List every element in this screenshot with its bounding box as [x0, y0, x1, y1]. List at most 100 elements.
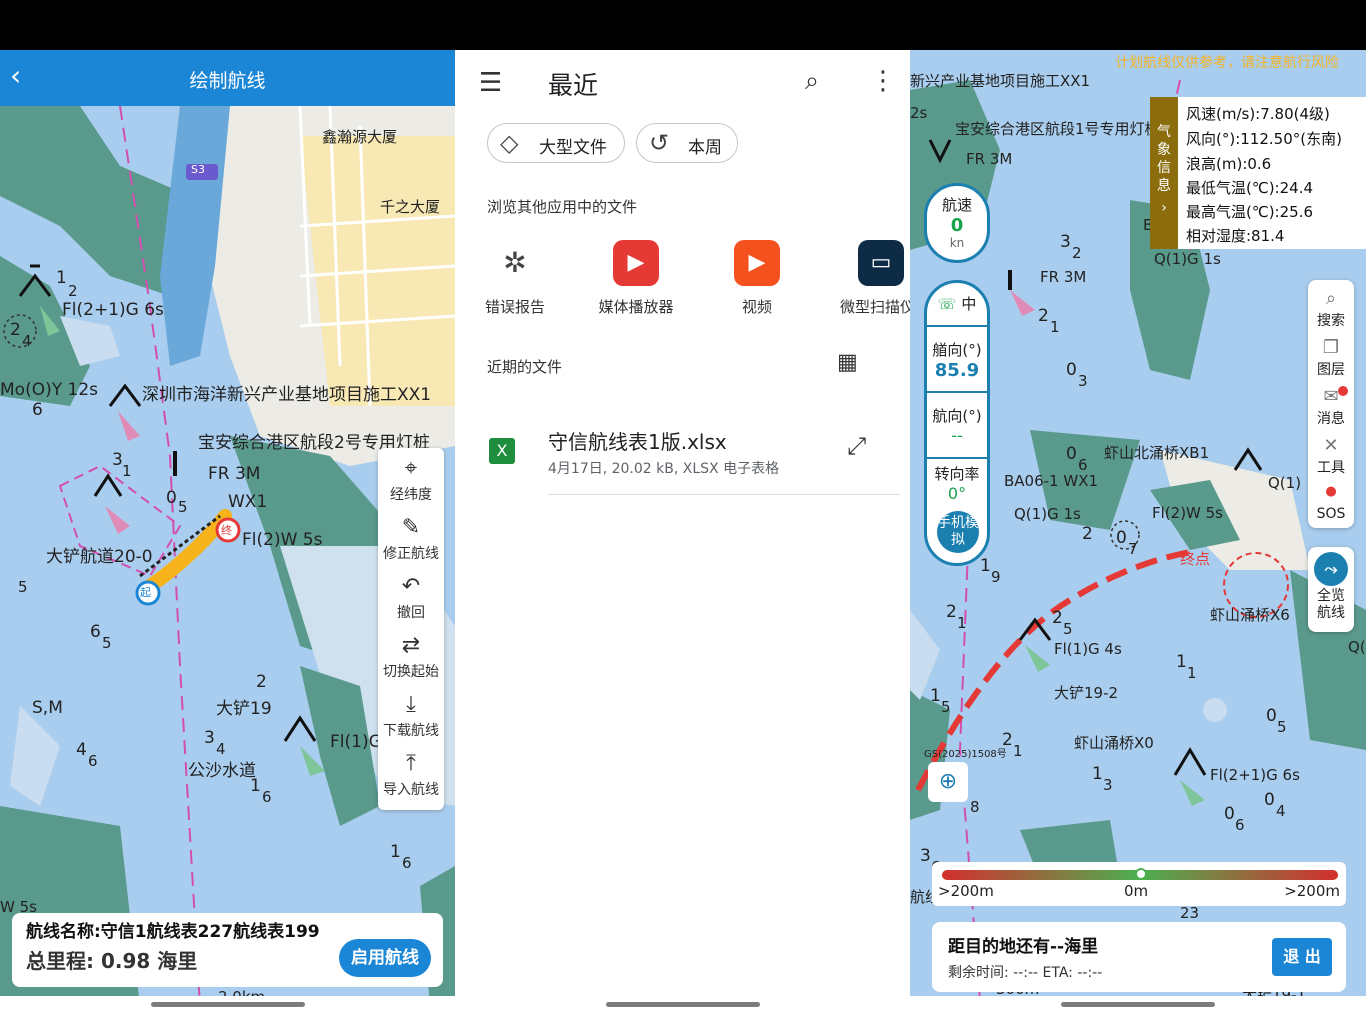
status-bar	[455, 0, 910, 50]
search-icon: ⌕	[1325, 288, 1337, 309]
route-name: 航线名称:守信1航线表227航线表199	[26, 922, 320, 942]
download-icon: ⤓	[406, 692, 416, 717]
map-label: 3	[920, 846, 931, 866]
swap-icon: ⇄	[401, 633, 421, 658]
weather-row: 最高气温(℃):25.6	[1186, 203, 1314, 221]
map-label: Q(1)	[1268, 474, 1302, 492]
more-vert-icon[interactable]: ⋮	[870, 66, 896, 96]
weather-row: 浪高(m):0.6	[1186, 155, 1272, 173]
map-label: 1	[1050, 318, 1060, 336]
divider	[927, 457, 987, 459]
map-label: 1	[122, 462, 132, 480]
speed-gauge: 航速 0 kn	[924, 183, 990, 263]
map-label: Q(1)G 1s	[1014, 505, 1081, 523]
grid-view-icon[interactable]: ▦	[837, 350, 858, 375]
heading-readout: 艏向(°) 85.9	[932, 341, 982, 381]
excel-icon: X	[489, 438, 515, 464]
map-toolbar: ⌕ 搜索 ❐ 图层 ✉ 消息 ✕ 工具 ● SOS	[1308, 280, 1354, 528]
map-label: Fl(2+1)G 6s	[62, 300, 164, 320]
map-label: 2	[68, 282, 78, 300]
home-indicator[interactable]	[0, 996, 455, 1018]
navigation-screen: 计划航线仅供参考，请注意航行风险 新兴产业基地项目施工XX1 2s 宝安综合港区…	[910, 0, 1366, 1018]
map-label: Q(	[1348, 638, 1366, 656]
undo-icon: ↶	[401, 574, 421, 599]
map-label: S,M	[32, 698, 63, 718]
edit-route-button[interactable]: ✎ 修正航线	[378, 515, 444, 563]
lat-lon-button[interactable]: ⌖ 经纬度	[378, 456, 444, 504]
layers-button[interactable]: ❐ 图层	[1308, 337, 1354, 379]
locate-icon[interactable]: ⊕	[928, 762, 968, 802]
map-label: 2	[946, 602, 957, 622]
swap-start-end-button[interactable]: ⇄ 切换起始	[378, 633, 444, 681]
map-label: 0	[166, 488, 177, 508]
weather-row: 风速(m/s):7.80(4级)	[1186, 105, 1330, 123]
sos-button[interactable]: ● SOS	[1308, 484, 1354, 522]
map-label: 7	[1128, 540, 1138, 558]
map-label: 2	[10, 320, 21, 340]
route-toolbar: ⌖ 经纬度 ✎ 修正航线 ↶ 撤回 ⇄ 切换起始 ⤓ 下载航线 ⤒ 导入航线	[378, 448, 444, 810]
chip-this-week[interactable]: ↺ 本周	[636, 123, 738, 163]
download-route-button[interactable]: ⤓ 下载航线	[378, 692, 444, 740]
map-label: Q(1)G 1s	[1154, 250, 1221, 268]
map-label: 6	[262, 788, 272, 806]
upload-icon: ⤒	[406, 751, 416, 776]
end-marker[interactable]: 终	[221, 522, 232, 538]
map-approval-number: GS(2025)1508号	[924, 749, 1007, 760]
app-media-player[interactable]: ▶ 媒体播放器	[586, 240, 686, 317]
map-label: 虾山涌桥X6	[1210, 606, 1290, 624]
map-label: 1	[390, 842, 401, 862]
map-label: Mo(O)Y 12s	[0, 380, 98, 400]
weather-tab[interactable]: 气象信息 ›	[1150, 97, 1178, 249]
deviation-scale: >200m 0m >200m	[932, 862, 1346, 906]
route-drawing-screen: ‹ 绘制航线 鑫瀚源大厦 千之大厦 S3 1 2 Fl(2+1)G 6s 2 4…	[0, 0, 455, 1018]
app-bug-report[interactable]: ✲ 错误报告	[465, 240, 565, 317]
media-player-icon: ▶	[613, 240, 659, 286]
expand-icon[interactable]: ⤢	[847, 432, 866, 460]
map-label: 1	[1187, 664, 1197, 682]
map-label: 大铲航道20-0	[46, 547, 153, 567]
start-marker[interactable]: 起	[140, 584, 151, 600]
weather-row: 风向(°):112.50°(东南)	[1186, 130, 1342, 148]
map-label: 大铲19	[216, 699, 272, 719]
navigation-status-panel: ☏ 中 艏向(°) 85.9 航向(°) -- 转向率 0° 手机模拟	[924, 280, 990, 566]
enable-route-button[interactable]: 启用航线	[339, 939, 431, 977]
route-overview-button[interactable]: ⤳ 全览航线	[1308, 547, 1354, 632]
undo-button[interactable]: ↶ 撤回	[378, 574, 444, 622]
map-label: 1	[957, 614, 967, 632]
weather-row: 相对湿度:81.4	[1186, 227, 1285, 245]
distance-to-destination: 距目的地还有--海里	[948, 937, 1099, 957]
app-scanner[interactable]: ▭ 微型扫描仪	[828, 240, 910, 317]
map-label: 2s	[910, 104, 928, 122]
chip-large-files[interactable]: ◇ 大型文件	[487, 123, 625, 163]
notification-dot	[1338, 386, 1348, 396]
search-button[interactable]: ⌕ 搜索	[1308, 288, 1354, 330]
map-label: 1	[56, 268, 67, 288]
map-label: 2	[1052, 608, 1063, 628]
search-icon[interactable]: ⌕	[805, 66, 819, 96]
home-indicator[interactable]	[910, 996, 1366, 1018]
home-indicator[interactable]	[455, 996, 910, 1018]
map-label: Fl(1)G	[330, 732, 382, 752]
recent-file-item[interactable]: X 守信航线表1版.xlsx 4月17日, 20.02 kB, XLSX 电子表…	[455, 410, 910, 500]
import-route-button[interactable]: ⤒ 导入航线	[378, 751, 444, 799]
map-label: 虾山北涌桥XB1	[1104, 444, 1210, 462]
map-label: 3	[1060, 232, 1071, 252]
map-label: 5	[1063, 620, 1073, 638]
section-title: 近期的文件	[487, 358, 563, 376]
exit-button[interactable]: 退 出	[1272, 938, 1332, 976]
map-label: 新兴产业基地项目施工XX1	[910, 72, 1091, 90]
phone-simulate-button[interactable]: 手机模拟	[937, 511, 979, 553]
map-label: Fl(2)W 5s	[1152, 504, 1224, 522]
hamburger-icon[interactable]: ☰	[479, 68, 502, 98]
map-label: 深圳市海洋新兴产业基地项目施工XX1	[142, 385, 432, 405]
map-label: 鑫瀚源大厦	[322, 128, 398, 146]
sos-icon: ●	[1325, 484, 1337, 499]
map-label: 千之大厦	[380, 198, 441, 216]
deviation-indicator	[1135, 868, 1147, 880]
messages-button[interactable]: ✉ 消息	[1308, 386, 1354, 428]
map-label: 6	[88, 752, 98, 770]
route-warning-text: 计划航线仅供参考，请注意航行风险	[1115, 55, 1339, 71]
app-video[interactable]: ▶ 视频	[707, 240, 807, 317]
map-label: 6	[402, 854, 412, 872]
tools-button[interactable]: ✕ 工具	[1308, 435, 1354, 477]
